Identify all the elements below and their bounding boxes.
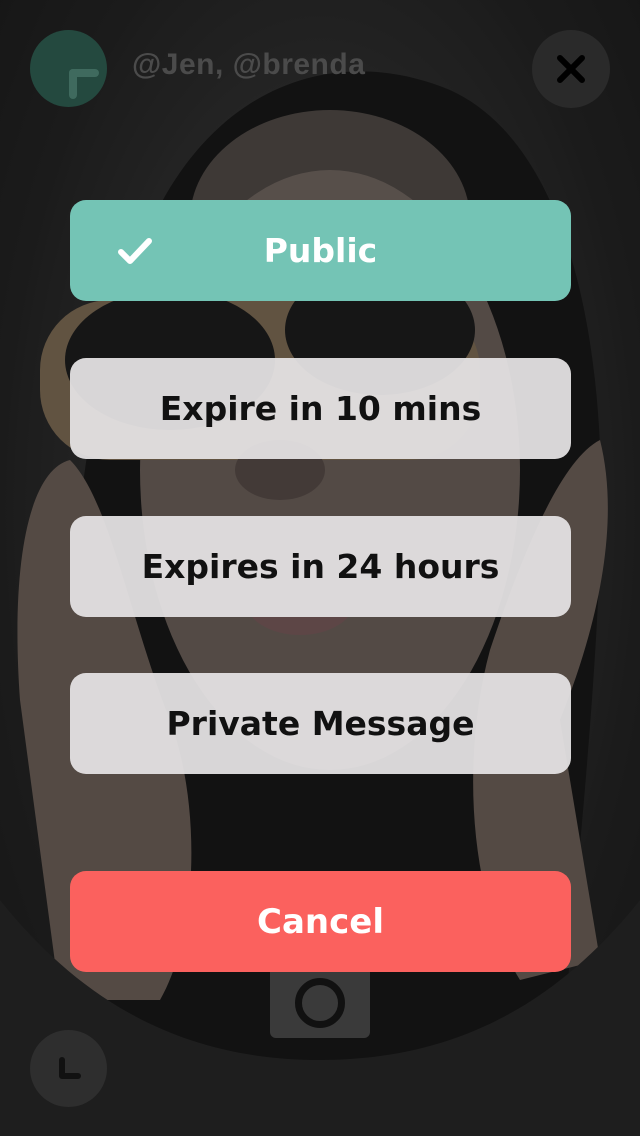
option-private-message[interactable]: Private Message: [70, 673, 571, 774]
option-expires-24-hours-label: Expires in 24 hours: [141, 547, 500, 586]
option-expires-24-hours[interactable]: Expires in 24 hours: [70, 516, 571, 617]
clock-icon: [58, 1056, 81, 1079]
timer-button[interactable]: [30, 1030, 107, 1107]
checkmark-icon: [118, 237, 152, 264]
option-private-message-label: Private Message: [166, 704, 475, 743]
option-public[interactable]: Public: [70, 200, 571, 301]
option-expire-10-mins-label: Expire in 10 mins: [159, 389, 482, 428]
option-public-label: Public: [263, 231, 378, 270]
cancel-label: Cancel: [257, 901, 384, 942]
close-icon: [557, 55, 585, 83]
option-expire-10-mins[interactable]: Expire in 10 mins: [70, 358, 571, 459]
recipients-text: @Jen, @brenda: [132, 48, 366, 81]
share-options-screen: @Jen, @brenda Public Expire in 10 mins E…: [0, 0, 640, 1136]
camera-shutter-icon: [295, 978, 345, 1028]
close-button[interactable]: [532, 30, 610, 108]
cancel-button[interactable]: Cancel: [70, 871, 571, 972]
camera-shutter-button[interactable]: [270, 962, 370, 1038]
add-recipient-button[interactable]: [30, 30, 107, 107]
